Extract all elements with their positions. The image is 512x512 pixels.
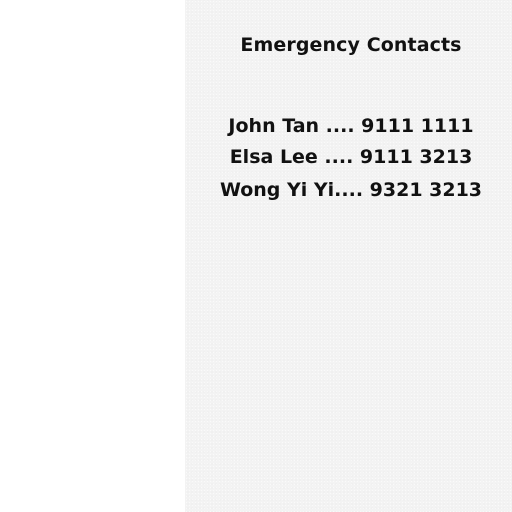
contact-wong-yi-yi: Wong Yi Yi.... 9321 3213 — [219, 179, 483, 201]
emergency-contacts-note: Emergency Contacts John Tan .... 9111 11… — [185, 0, 512, 512]
contact-john-tan: John Tan .... 9111 1111 — [228, 115, 474, 137]
screen: Emergency Contacts John Tan .... 9111 11… — [0, 0, 512, 512]
contact-list: John Tan .... 9111 1111 Elsa Lee .... 91… — [185, 111, 512, 206]
contact-elsa-lee: Elsa Lee .... 9111 3213 — [229, 146, 473, 168]
blank-left-area — [0, 0, 185, 512]
note-title: Emergency Contacts — [240, 34, 462, 56]
